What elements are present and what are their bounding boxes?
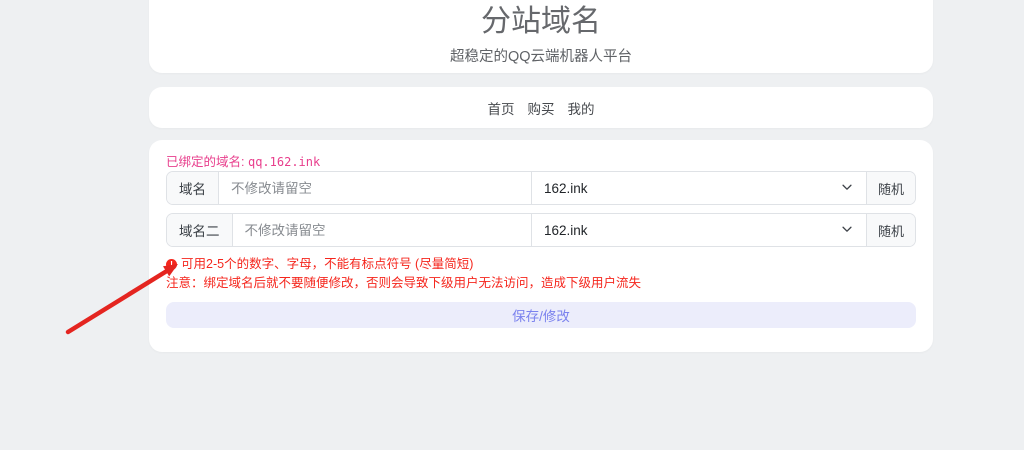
- domain-suffix-select[interactable]: 162.ink: [531, 172, 866, 204]
- hint-line: ! 可用2-5个的数字、字母，不能有标点符号 (尽量简短): [166, 257, 916, 271]
- domain2-suffix-select[interactable]: 162.ink: [531, 214, 866, 246]
- domain2-label: 域名二: [167, 214, 233, 246]
- nav-bar: 首页 购买 我的: [149, 87, 933, 128]
- domain-row-1: 域名 162.ink 随机: [166, 171, 916, 205]
- bound-domain-line: 已绑定的域名: qq.162.ink: [166, 155, 916, 169]
- domain-row-2: 域名二 162.ink 随机: [166, 213, 916, 247]
- chevron-down-icon: [840, 180, 854, 197]
- bound-domain-value: qq.162.ink: [248, 155, 320, 169]
- bound-domain-label: 已绑定的域名:: [166, 155, 244, 169]
- nav-item-buy[interactable]: 购买: [528, 98, 555, 118]
- domain2-suffix-value: 162.ink: [544, 223, 588, 238]
- hint-text: 可用2-5个的数字、字母，不能有标点符号 (尽量简短): [181, 257, 473, 271]
- random-button[interactable]: 随机: [866, 172, 915, 204]
- chevron-down-icon: [840, 222, 854, 239]
- domain-label: 域名: [167, 172, 219, 204]
- page-title: 分站域名: [149, 4, 933, 40]
- domain2-input[interactable]: [233, 214, 531, 246]
- warning-text: 注意：绑定域名后就不要随便修改，否则会导致下级用户无法访问，造成下级用户流失: [166, 276, 916, 290]
- header-card: 分站域名 超稳定的QQ云端机器人平台: [149, 0, 933, 73]
- random-button-2[interactable]: 随机: [866, 214, 915, 246]
- domain-input[interactable]: [219, 172, 531, 204]
- nav-item-mine[interactable]: 我的: [568, 98, 595, 118]
- save-button[interactable]: 保存/修改: [166, 302, 916, 328]
- domain-form-card: 已绑定的域名: qq.162.ink 域名 162.ink 随机 域名二 162…: [149, 140, 933, 352]
- page-subtitle: 超稳定的QQ云端机器人平台: [149, 45, 933, 66]
- info-circle-icon: !: [166, 259, 177, 270]
- domain-suffix-value: 162.ink: [544, 181, 588, 196]
- nav-item-home[interactable]: 首页: [488, 98, 515, 118]
